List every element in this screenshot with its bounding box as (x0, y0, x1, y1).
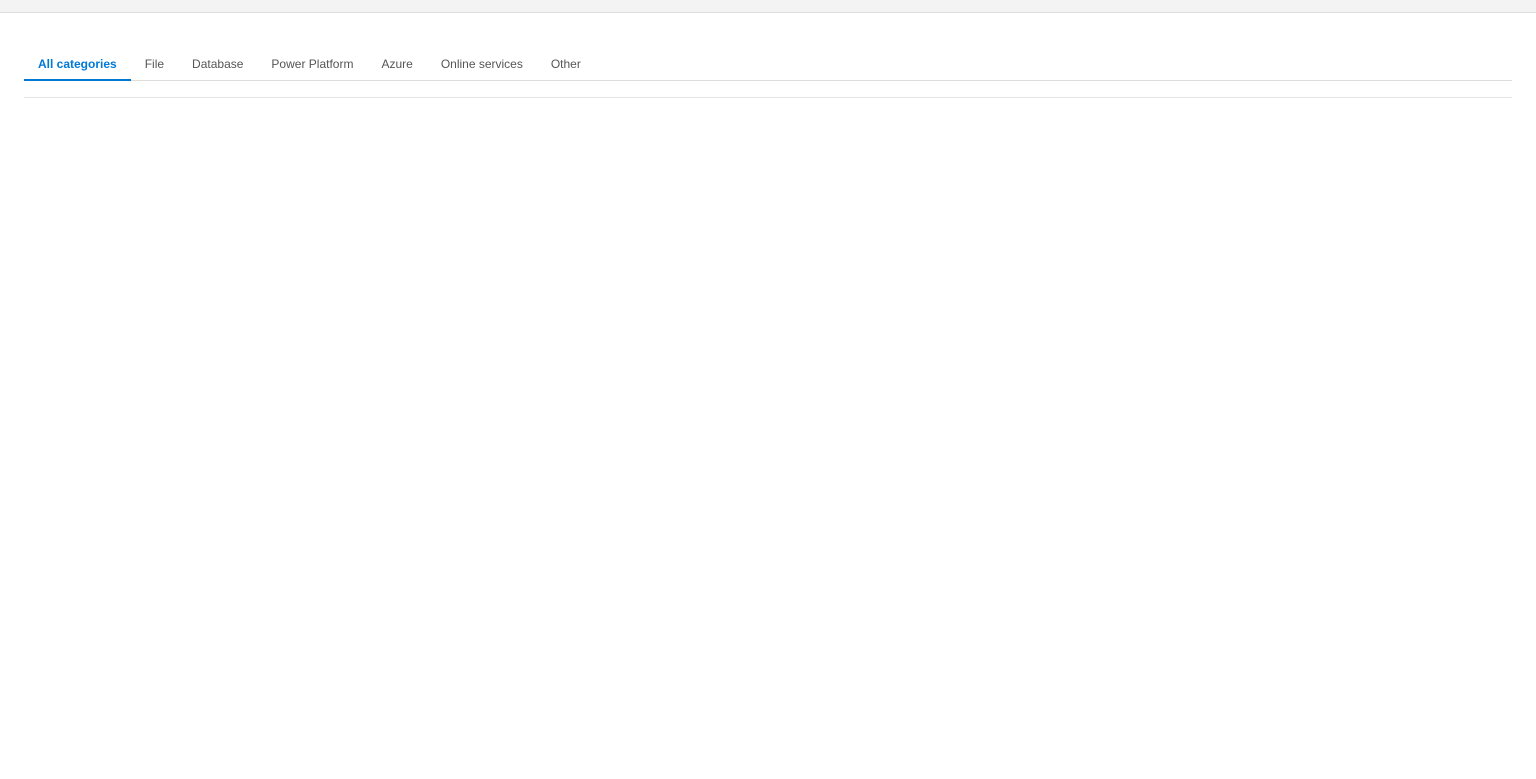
tab-other[interactable]: Other (537, 49, 595, 81)
tabs: All categoriesFileDatabasePower Platform… (24, 49, 1512, 81)
connector-grid (24, 97, 1512, 98)
main-container: All categoriesFileDatabasePower Platform… (0, 13, 1536, 118)
title-bar (0, 0, 1536, 13)
tab-azure[interactable]: Azure (367, 49, 426, 81)
tab-file[interactable]: File (131, 49, 178, 81)
tab-all[interactable]: All categories (24, 49, 131, 81)
tab-powerplatform[interactable]: Power Platform (257, 49, 367, 81)
tab-database[interactable]: Database (178, 49, 257, 81)
tab-online[interactable]: Online services (427, 49, 537, 81)
